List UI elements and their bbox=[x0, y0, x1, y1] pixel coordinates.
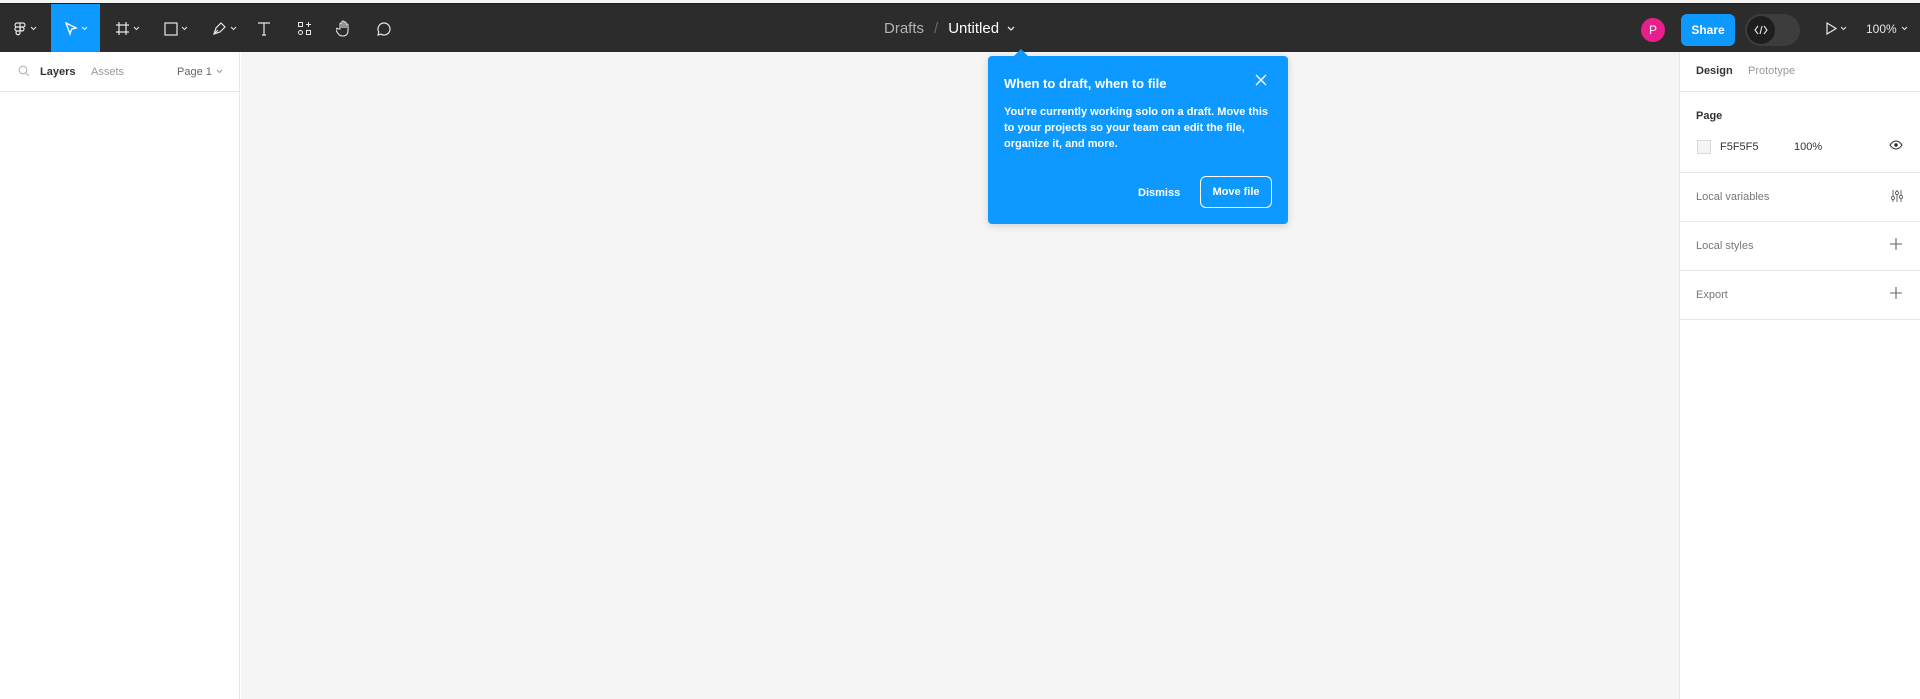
dismiss-button[interactable]: Dismiss bbox=[1138, 187, 1180, 199]
shape-tool-icon bbox=[164, 21, 178, 36]
variables-icon[interactable] bbox=[1890, 189, 1904, 203]
page-color-hex[interactable]: F5F5F5 bbox=[1720, 141, 1759, 153]
share-button[interactable]: Share bbox=[1681, 14, 1735, 46]
page-selector-label: Page 1 bbox=[177, 65, 212, 78]
pen-tool-icon bbox=[212, 22, 226, 35]
chevron-down-icon bbox=[1901, 26, 1908, 31]
toolbar: Drafts / Untitled P Share 100% bbox=[0, 3, 1920, 53]
main-menu-button[interactable] bbox=[8, 4, 42, 53]
zoom-level: 100% bbox=[1866, 21, 1897, 36]
breadcrumb-drafts-link[interactable]: Drafts bbox=[884, 20, 924, 37]
comment-tool-button[interactable] bbox=[372, 4, 396, 53]
popover-body: You're currently working solo on a draft… bbox=[1004, 106, 1269, 150]
present-button[interactable] bbox=[1822, 4, 1850, 53]
dev-mode-toggle[interactable] bbox=[1745, 14, 1800, 46]
local-styles-label: Local styles bbox=[1696, 240, 1754, 252]
plus-icon[interactable] bbox=[1890, 287, 1902, 299]
close-icon[interactable] bbox=[1255, 74, 1267, 86]
text-tool-button[interactable] bbox=[252, 4, 276, 53]
dev-mode-knob bbox=[1747, 16, 1775, 44]
frame-tool-button[interactable] bbox=[110, 4, 144, 53]
chevron-down-icon bbox=[81, 26, 87, 31]
shape-tool-button[interactable] bbox=[159, 4, 193, 53]
resources-icon bbox=[297, 22, 311, 35]
export-section[interactable]: Export bbox=[1680, 271, 1920, 320]
layers-panel: Layers Assets Page 1 bbox=[0, 52, 240, 699]
chevron-down-icon bbox=[181, 26, 188, 31]
tab-layers[interactable]: Layers bbox=[40, 66, 75, 78]
draft-tip-popover: When to draft, when to file You're curre… bbox=[988, 49, 1288, 224]
move-tool-icon bbox=[64, 21, 78, 36]
chevron-down-icon bbox=[133, 26, 139, 31]
frame-tool-icon bbox=[115, 22, 129, 35]
tab-design[interactable]: Design bbox=[1696, 65, 1733, 77]
page-opacity[interactable]: 100% bbox=[1794, 141, 1822, 153]
move-tool-button[interactable] bbox=[51, 4, 100, 53]
popover-arrow bbox=[1014, 49, 1028, 56]
hand-tool-button[interactable] bbox=[332, 4, 356, 53]
chevron-down-icon bbox=[1840, 26, 1846, 31]
present-icon bbox=[1825, 22, 1837, 35]
local-variables-section[interactable]: Local variables bbox=[1680, 173, 1920, 222]
page-selector[interactable]: Page 1 bbox=[177, 66, 223, 78]
breadcrumb: Drafts / Untitled bbox=[884, 4, 1015, 53]
tab-prototype[interactable]: Prototype bbox=[1748, 65, 1795, 77]
figma-menu-icon bbox=[14, 21, 26, 35]
text-tool-icon bbox=[258, 22, 270, 36]
search-icon[interactable] bbox=[18, 65, 30, 77]
hand-tool-icon bbox=[336, 20, 349, 37]
file-title[interactable]: Untitled bbox=[948, 20, 999, 37]
canvas[interactable] bbox=[241, 52, 1679, 699]
comment-icon bbox=[377, 21, 391, 36]
tab-assets[interactable]: Assets bbox=[91, 66, 124, 78]
page-section-label: Page bbox=[1696, 110, 1723, 122]
pen-tool-button[interactable] bbox=[207, 4, 241, 53]
right-panel-tabs: Design Prototype bbox=[1680, 52, 1920, 92]
avatar[interactable]: P bbox=[1641, 18, 1665, 42]
export-label: Export bbox=[1696, 289, 1728, 301]
chevron-down-icon bbox=[30, 26, 37, 31]
left-panel-tabs: Layers Assets Page 1 bbox=[0, 52, 239, 92]
popover-title: When to draft, when to file bbox=[1004, 76, 1167, 91]
zoom-control[interactable]: 100% bbox=[1866, 4, 1908, 53]
page-section: Page F5F5F5 100% bbox=[1680, 92, 1920, 173]
plus-icon[interactable] bbox=[1890, 238, 1902, 250]
breadcrumb-separator: / bbox=[934, 20, 939, 37]
local-styles-section[interactable]: Local styles bbox=[1680, 222, 1920, 271]
page-color-swatch[interactable] bbox=[1697, 140, 1711, 154]
move-file-button[interactable]: Move file bbox=[1200, 176, 1272, 208]
chevron-down-icon bbox=[230, 26, 236, 31]
chevron-down-icon[interactable] bbox=[1007, 26, 1015, 32]
resources-button[interactable] bbox=[292, 4, 316, 53]
chevron-down-icon bbox=[216, 69, 223, 74]
local-variables-label: Local variables bbox=[1696, 191, 1770, 203]
properties-panel: Design Prototype Page F5F5F5 100% Local … bbox=[1679, 52, 1920, 699]
dev-mode-icon bbox=[1754, 25, 1768, 35]
eye-icon[interactable] bbox=[1889, 140, 1903, 150]
